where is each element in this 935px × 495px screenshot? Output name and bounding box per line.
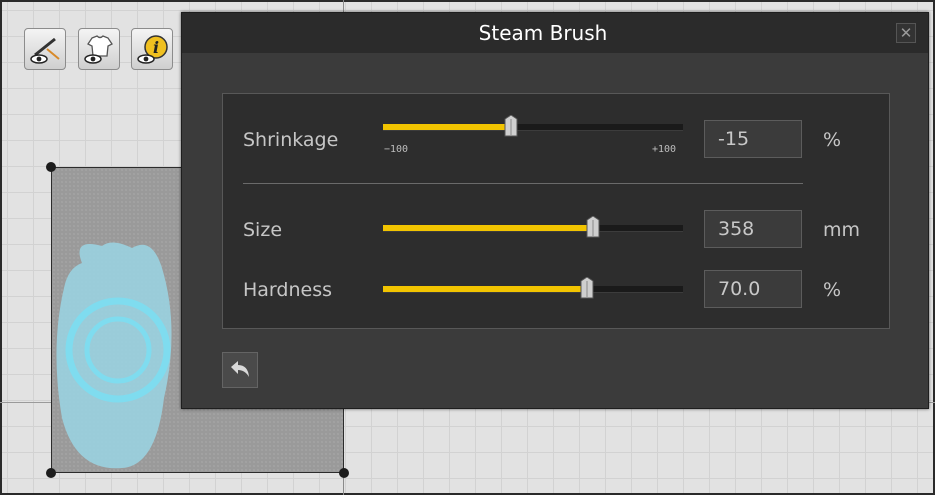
size-input[interactable]: 358 xyxy=(704,210,802,248)
dialog-title: Steam Brush xyxy=(478,21,608,45)
brush-settings-panel: Shrinkage −100 +100 -15 % Size 358 mm Ha… xyxy=(222,93,890,329)
svg-text:i: i xyxy=(153,38,159,57)
slider-thumb[interactable] xyxy=(586,216,600,238)
shirt-eye-icon xyxy=(84,35,113,64)
dialog-titlebar[interactable]: Steam Brush ✕ xyxy=(182,13,928,53)
size-label: Size xyxy=(243,219,283,241)
toggle-garment-visibility-button[interactable] xyxy=(78,28,120,70)
steam-brush-dialog: Steam Brush ✕ Shrinkage −100 +100 -15 % … xyxy=(181,12,929,409)
piece-corner-handle-top-left[interactable] xyxy=(46,162,56,172)
toggle-info-visibility-button[interactable]: i xyxy=(131,28,173,70)
close-icon: ✕ xyxy=(899,24,913,42)
hardness-input[interactable]: 70.0 xyxy=(704,270,802,308)
undo-arrow-icon xyxy=(231,361,249,377)
shrinkage-label: Shrinkage xyxy=(243,129,339,151)
shrinkage-max-label: +100 xyxy=(652,144,677,155)
slider-thumb[interactable] xyxy=(580,277,594,299)
needle-eye-icon xyxy=(30,37,60,64)
info-eye-icon: i xyxy=(137,35,168,64)
piece-corner-handle-bottom-left[interactable] xyxy=(46,468,56,478)
close-button[interactable]: ✕ xyxy=(896,23,916,43)
hardness-unit: % xyxy=(823,279,842,301)
shrinkage-input[interactable]: -15 xyxy=(704,120,802,158)
shrinkage-slider[interactable] xyxy=(383,115,685,139)
toggle-needle-visibility-button[interactable] xyxy=(24,28,66,70)
size-slider[interactable] xyxy=(383,216,685,240)
slider-fill xyxy=(383,286,587,292)
slider-fill xyxy=(383,124,511,130)
shrinkage-min-label: −100 xyxy=(384,144,409,155)
size-unit: mm xyxy=(823,219,861,241)
piece-corner-handle-bottom-right[interactable] xyxy=(339,468,349,478)
slider-thumb[interactable] xyxy=(504,115,518,137)
shrinkage-unit: % xyxy=(823,129,842,151)
section-divider xyxy=(243,183,803,184)
hardness-label: Hardness xyxy=(243,279,332,301)
hardness-slider[interactable] xyxy=(383,277,685,301)
back-button[interactable] xyxy=(222,352,258,388)
slider-fill xyxy=(383,225,593,231)
